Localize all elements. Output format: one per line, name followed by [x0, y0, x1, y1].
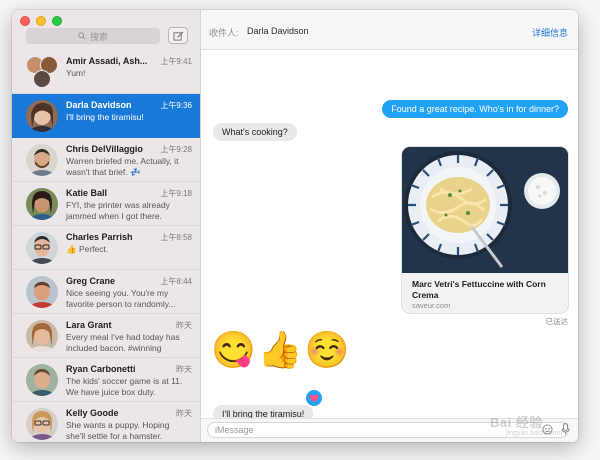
message-transcript: Found a great recipe. Who's in for dinne… — [201, 50, 578, 423]
watermark-url: jingyan.baidu.com — [506, 430, 563, 437]
message-bubble-outgoing[interactable]: Found a great recipe. Who's in for dinne… — [382, 100, 568, 118]
conversation-list: Amir Assadi, Ash... 上午9:41 Yum! Darla Da… — [12, 50, 200, 442]
close-window-button[interactable] — [20, 16, 30, 26]
details-button[interactable]: 详细信息 — [532, 26, 568, 39]
conversation-name: Charles Parrish — [66, 232, 133, 242]
avatar — [26, 364, 58, 396]
conversation-item[interactable]: Lara Grant 昨天 Every meal I've had today … — [12, 314, 200, 358]
conversation-time: 上午9:36 — [160, 101, 192, 110]
link-site: saveur.com — [412, 301, 451, 310]
watermark-logo: Bai 经验 — [490, 415, 543, 430]
avatar — [26, 276, 58, 308]
conversation-preview: Yum! — [66, 68, 86, 78]
avatar — [26, 408, 58, 440]
conversation-name: Lara Grant — [66, 320, 112, 330]
window-controls — [20, 16, 62, 26]
sidebar: 搜索 Amir Assadi, Ash... 上午9:41 Yum! Darla… — [12, 10, 201, 442]
conversation-time: 昨天 — [176, 321, 192, 330]
conversation-item-selected[interactable]: Darla Davidson 上午9:36 I'll bring the tir… — [12, 94, 200, 138]
conversation-time: 上午9:18 — [160, 189, 192, 198]
conversation-preview: Warren briefed me. Actually, it wasn't t… — [66, 156, 179, 177]
conversation-name: Katie Ball — [66, 188, 108, 198]
conversation-time: 上午8:58 — [160, 233, 192, 242]
conversation-preview: FYI, the printer was already jammed when… — [66, 200, 170, 221]
group-avatar — [26, 56, 58, 88]
conversation-preview: Every meal I've had today has included b… — [66, 332, 180, 353]
avatar — [26, 100, 58, 132]
conversation-item[interactable]: Chris DelVillaggio 上午9:28 Warren briefed… — [12, 138, 200, 182]
avatar — [26, 188, 58, 220]
delivered-status: 已送达 — [545, 317, 569, 326]
minimize-window-button[interactable] — [36, 16, 46, 26]
conversation-time: 上午8:44 — [160, 277, 192, 286]
to-label: 收件人: — [209, 28, 239, 38]
recipe-image — [402, 147, 568, 273]
conversation-preview: The kids' soccer game is at 11. We have … — [66, 376, 183, 397]
conversation-preview: Nice seeing you. You're my favorite pers… — [66, 288, 176, 309]
conversation-item[interactable]: Ryan Carbonetti 昨天 The kids' soccer game… — [12, 358, 200, 402]
conversation-time: 上午9:28 — [160, 145, 192, 154]
conversation-item[interactable]: Kelly Goode 昨天 She wants a puppy. Hoping… — [12, 402, 200, 442]
conversation-time: 昨天 — [176, 409, 192, 418]
conversation-name: Greg Crane — [66, 276, 116, 286]
message-bubble-incoming[interactable]: What's cooking? — [213, 123, 297, 141]
conversation-item[interactable]: Greg Crane 上午8:44 Nice seeing you. You'r… — [12, 270, 200, 314]
conversation-time: 昨天 — [176, 365, 192, 374]
conversation-name: Chris DelVillaggio — [66, 144, 143, 154]
conversation-time: 上午9:41 — [160, 57, 192, 66]
conversation-preview: 👍 Perfect. — [66, 244, 109, 254]
avatar — [26, 320, 58, 352]
heart-icon — [309, 394, 319, 402]
emoji-message[interactable]: 😋👍☺️ — [211, 330, 351, 370]
conversation-item[interactable]: Katie Ball 上午9:18 FYI, the printer was a… — [12, 182, 200, 226]
compose-button[interactable] — [168, 27, 188, 44]
zoom-window-button[interactable] — [52, 16, 62, 26]
search-icon — [78, 32, 86, 40]
conversation-name: Kelly Goode — [66, 408, 119, 418]
link-title: Marc Vetri's Fettuccine with Corn Crema — [412, 279, 546, 300]
avatar — [26, 232, 58, 264]
conversation-name: Ryan Carbonetti — [66, 364, 136, 374]
conversation-item[interactable]: Amir Assadi, Ash... 上午9:41 Yum! — [12, 50, 200, 94]
conversation-name: Darla Davidson — [66, 100, 132, 110]
conversation-header: 收件人: Darla Davidson 详细信息 — [201, 10, 578, 50]
search-input[interactable]: 搜索 — [26, 28, 160, 44]
conversation-name: Amir Assadi, Ash... — [66, 56, 148, 66]
search-placeholder: 搜索 — [89, 31, 108, 42]
conversation-item[interactable]: Charles Parrish 上午8:58 👍 Perfect. — [12, 226, 200, 270]
conversation-preview: She wants a puppy. Hoping she'll settle … — [66, 420, 170, 441]
avatar — [26, 144, 58, 176]
recipient-name[interactable]: Darla Davidson — [247, 26, 309, 36]
messages-window: 搜索 Amir Assadi, Ash... 上午9:41 Yum! Darla… — [12, 10, 578, 442]
conversation-preview: I'll bring the tiramisu! — [66, 112, 144, 122]
link-preview-card[interactable]: Marc Vetri's Fettuccine with Corn Crema … — [401, 146, 569, 314]
compose-icon — [172, 31, 183, 41]
